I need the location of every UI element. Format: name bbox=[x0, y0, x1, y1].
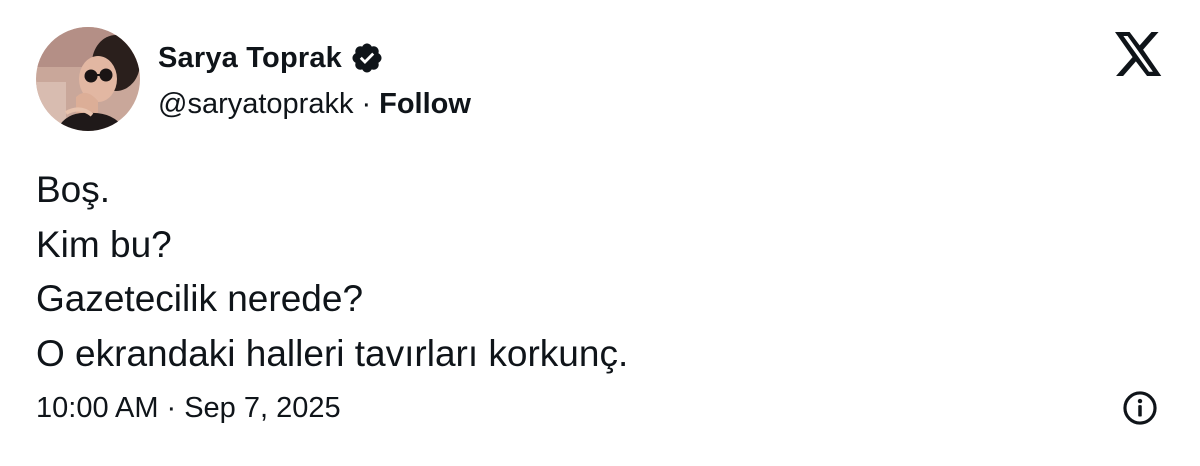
avatar[interactable] bbox=[36, 27, 140, 131]
separator-dot: · bbox=[361, 87, 372, 120]
avatar-photo bbox=[36, 27, 140, 131]
author-block: Sarya Toprak @saryatoprakk · Follow bbox=[158, 38, 471, 124]
tweet-line: Boş. bbox=[36, 169, 111, 210]
separator-dot: · bbox=[166, 391, 177, 424]
x-logo-icon[interactable] bbox=[1115, 32, 1163, 76]
user-handle[interactable]: @saryatoprakk bbox=[158, 88, 353, 121]
tweet-line: O ekrandaki halleri tavırları korkunç. bbox=[36, 332, 629, 374]
info-icon[interactable] bbox=[1121, 389, 1159, 427]
verified-badge-icon bbox=[350, 41, 384, 75]
tweet-line: Kim bu? bbox=[36, 223, 172, 265]
display-name[interactable]: Sarya Toprak bbox=[158, 42, 342, 75]
tweet-card: Sarya Toprak @saryatoprakk · Follow Boş.… bbox=[0, 0, 1200, 466]
name-row: Sarya Toprak bbox=[158, 38, 471, 78]
tweet-text: Boş. Kim bu? Gazetecilik nerede? O ekran… bbox=[36, 163, 628, 381]
tweet-line: Gazetecilik nerede? bbox=[36, 278, 364, 319]
handle-row: @saryatoprakk · Follow bbox=[158, 84, 471, 124]
tweet-metadata: 10:00 AM · Sep 7, 2025 bbox=[36, 388, 341, 428]
tweet-date[interactable]: Sep 7, 2025 bbox=[184, 392, 340, 425]
tweet-time[interactable]: 10:00 AM bbox=[36, 392, 159, 425]
follow-button[interactable]: Follow bbox=[379, 88, 471, 121]
